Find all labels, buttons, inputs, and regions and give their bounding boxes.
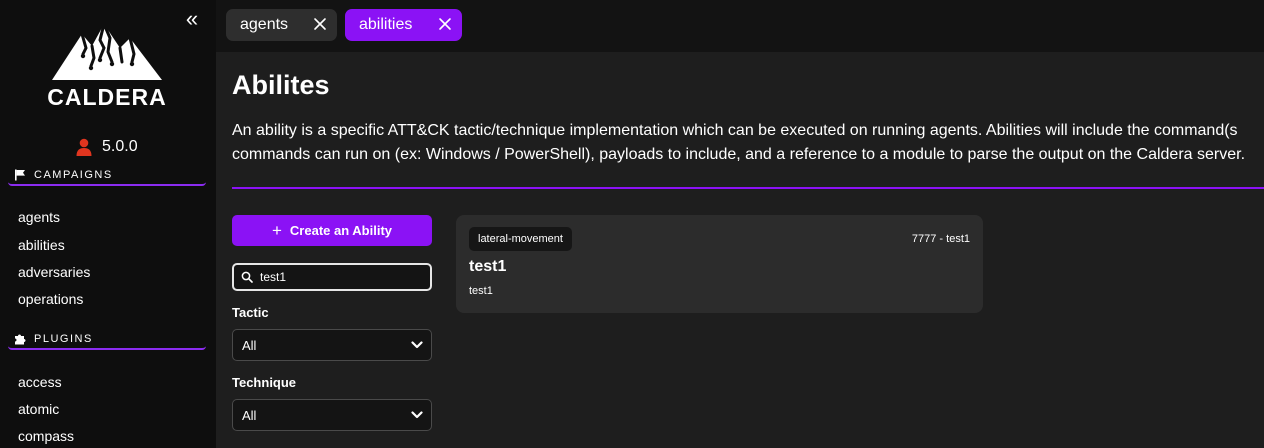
plugins-section-header: PLUGINS xyxy=(8,330,206,350)
close-icon[interactable] xyxy=(313,17,327,31)
tab-abilities-label: abilities xyxy=(359,16,413,33)
sidebar: « CALDERA 5.0.0 CAMPAIGNS agents abiliti… xyxy=(0,0,216,448)
sidebar-item-compass[interactable]: compass xyxy=(18,428,74,444)
logo-text: CALDERA xyxy=(47,84,167,110)
user-icon xyxy=(76,138,92,156)
tactic-tag: lateral-movement xyxy=(469,227,572,251)
chevron-down-icon xyxy=(411,411,423,419)
flag-icon xyxy=(15,169,25,181)
tactic-select-value: All xyxy=(242,337,257,353)
tab-agents[interactable]: agents xyxy=(226,9,337,41)
page-title: Abilites xyxy=(232,70,330,100)
mountain-icon xyxy=(52,22,162,80)
sidebar-item-access[interactable]: access xyxy=(18,374,62,390)
close-icon[interactable] xyxy=(438,17,452,31)
sidebar-item-abilities[interactable]: abilities xyxy=(18,237,65,253)
technique-label: Technique xyxy=(232,375,297,390)
page-description-line-1: An ability is a specific ATT&CK tactic/t… xyxy=(232,122,1238,139)
sidebar-item-operations[interactable]: operations xyxy=(18,291,83,307)
search-icon xyxy=(241,271,253,283)
plugins-section-title: PLUGINS xyxy=(34,333,93,345)
chevron-down-icon xyxy=(411,341,423,349)
ability-card[interactable]: lateral-movement 7777 - test1 test1 test… xyxy=(456,215,983,313)
caldera-logo[interactable]: CALDERA xyxy=(42,18,172,110)
technique-select[interactable]: All xyxy=(232,399,432,431)
ability-name: test1 xyxy=(469,258,507,275)
plus-icon: + xyxy=(271,221,282,240)
tab-abilities[interactable]: abilities xyxy=(345,9,462,41)
page-description: An ability is a specific ATT&CK tactic/t… xyxy=(232,119,1262,167)
ability-id: 7777 - test1 xyxy=(911,233,970,245)
sidebar-item-agents[interactable]: agents xyxy=(18,209,60,225)
ability-description: test1 xyxy=(469,285,493,297)
tactic-select[interactable]: All xyxy=(232,329,432,361)
version-display: 5.0.0 xyxy=(76,138,138,156)
collapse-sidebar-icon[interactable]: « xyxy=(182,8,202,31)
tactic-label: Tactic xyxy=(232,305,269,320)
technique-select-value: All xyxy=(242,407,257,423)
create-ability-button[interactable]: + Create an Ability xyxy=(232,215,432,246)
create-ability-label: Create an Ability xyxy=(289,223,393,238)
puzzle-icon xyxy=(15,334,26,345)
tab-agents-label: agents xyxy=(240,16,289,33)
search-field[interactable] xyxy=(232,263,432,291)
section-divider xyxy=(232,187,1264,189)
sidebar-item-adversaries[interactable]: adversaries xyxy=(18,264,90,280)
campaigns-section-header: CAMPAIGNS xyxy=(8,166,206,186)
sidebar-item-atomic[interactable]: atomic xyxy=(18,401,59,417)
version-label: 5.0.0 xyxy=(102,138,138,155)
page-description-line-2: commands can run on (ex: Windows / Power… xyxy=(232,146,1246,163)
search-input[interactable] xyxy=(260,270,420,284)
campaigns-section-title: CAMPAIGNS xyxy=(34,169,113,181)
